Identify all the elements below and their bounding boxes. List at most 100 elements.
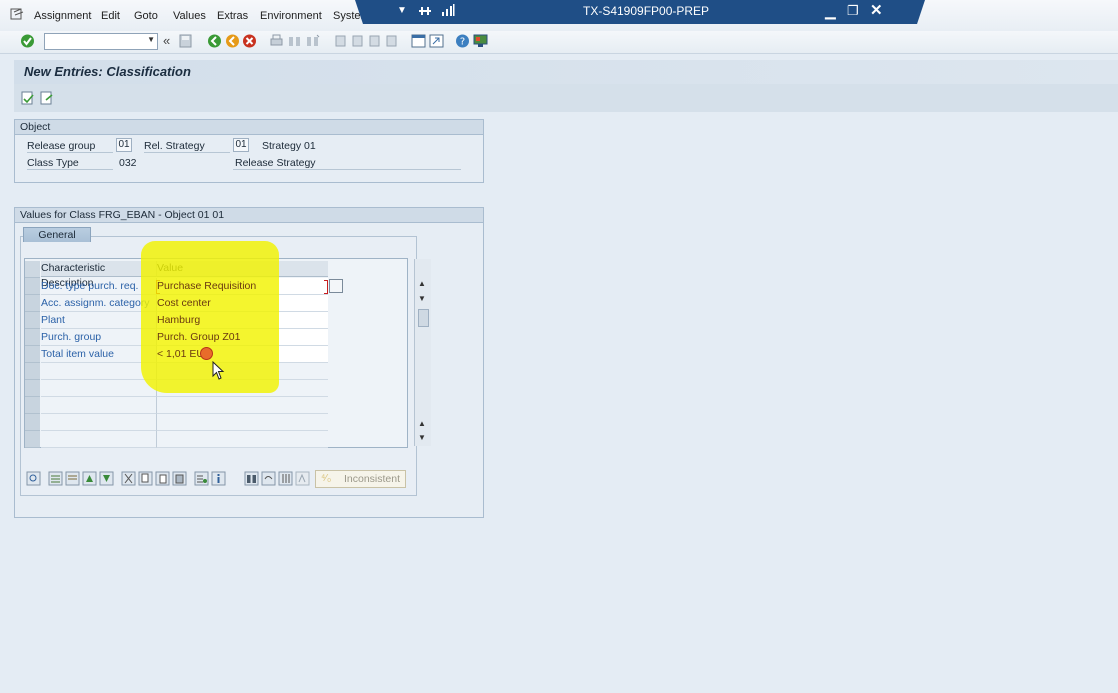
inconsistent-button[interactable]: ⁴⁄₀ Inconsistent	[315, 470, 406, 488]
info-icon[interactable]	[211, 471, 226, 486]
row-selector[interactable]	[25, 278, 40, 295]
class-type-label: Class Type	[27, 157, 79, 169]
print-icon[interactable]	[269, 34, 284, 48]
undo-icon[interactable]	[261, 471, 276, 486]
restore-icon[interactable]: ❐	[847, 1, 859, 21]
scroll-down-icon[interactable]: ▼	[418, 433, 426, 442]
application-toolbar	[14, 84, 1118, 112]
window-title-bar: ▼ TX-S41909FP00-PREP ▁ ❐ ✕	[355, 0, 925, 24]
window-title: TX-S41909FP00-PREP	[583, 4, 710, 18]
copy-icon[interactable]	[138, 471, 153, 486]
find-icon[interactable]	[287, 34, 302, 48]
close-icon[interactable]: ✕	[870, 1, 883, 21]
characteristic-value: Purchase Requisition	[157, 280, 257, 292]
value-input-cell	[157, 414, 328, 431]
exit-icon[interactable]	[225, 34, 240, 48]
class-type-value: 032	[119, 157, 137, 169]
value-input-cell	[157, 397, 328, 414]
scroll-up-icon[interactable]: ▲	[418, 279, 426, 288]
scroll-up-icon[interactable]: ▲	[418, 419, 426, 428]
vertical-scrollbar[interactable]: ▲ ▼ ▲ ▼	[414, 259, 431, 446]
menu-values[interactable]: Values	[173, 10, 206, 22]
insert-row-icon[interactable]	[48, 471, 63, 486]
characteristic-description[interactable]: Doc. type purch. req.	[41, 280, 138, 292]
check-consistency-icon[interactable]	[295, 471, 310, 486]
scroll-thumb[interactable]	[418, 309, 429, 327]
signal-icon[interactable]	[441, 3, 455, 17]
details-icon[interactable]	[26, 471, 41, 486]
cancel-icon[interactable]	[242, 34, 257, 48]
sort-descending-icon[interactable]	[99, 471, 114, 486]
characteristic-description-cell: Plant	[41, 312, 157, 329]
previous-page-icon[interactable]	[350, 34, 365, 48]
save-icon[interactable]	[178, 34, 193, 48]
characteristic-description[interactable]: Acc. assignm. category	[41, 297, 150, 309]
row-selector[interactable]	[25, 346, 40, 363]
chevron-down-icon[interactable]: ▼	[147, 35, 155, 44]
row-selector[interactable]	[25, 363, 40, 380]
value-help-icon[interactable]	[329, 279, 343, 293]
characteristic-description[interactable]: Plant	[41, 314, 65, 326]
columns-icon[interactable]	[278, 471, 293, 486]
page-title: New Entries: Classification	[24, 64, 191, 79]
chevron-down-icon[interactable]: ▼	[397, 1, 407, 21]
copy-entry-icon[interactable]	[40, 91, 54, 105]
row-selector[interactable]	[25, 312, 40, 329]
menu-icon[interactable]	[10, 8, 24, 20]
column-header-description[interactable]: Characteristic Description	[41, 261, 157, 289]
binoculars-icon[interactable]	[244, 471, 259, 486]
row-selector[interactable]	[25, 295, 40, 312]
characteristic-description-cell: Purch. group	[41, 329, 157, 346]
values-group-header: Values for Class FRG_EBAN - Object 01 01	[15, 208, 483, 223]
release-group-label: Release group	[27, 140, 96, 152]
paste-icon[interactable]	[155, 471, 170, 486]
row-selector[interactable]	[25, 380, 40, 397]
rel-strategy-field[interactable]: 01	[233, 138, 249, 152]
find-next-icon[interactable]	[305, 34, 320, 48]
characteristic-description-cell	[41, 414, 157, 431]
back-icon[interactable]	[207, 34, 222, 48]
double-chevron-left-icon[interactable]: «	[163, 33, 170, 48]
minimize-icon[interactable]: ▁	[825, 1, 836, 21]
new-session-icon[interactable]	[411, 34, 426, 48]
row-selector[interactable]	[25, 431, 40, 448]
next-page-icon[interactable]	[367, 34, 382, 48]
menu-assignment[interactable]: Assignment	[34, 10, 91, 22]
help-icon[interactable]: ?	[455, 34, 470, 48]
scroll-down-icon[interactable]: ▼	[418, 294, 426, 303]
row-selector[interactable]	[25, 414, 40, 431]
row-selector[interactable]	[25, 329, 40, 346]
menu-edit[interactable]: Edit	[101, 10, 120, 22]
release-group-field[interactable]: 01	[116, 138, 132, 152]
last-page-icon[interactable]	[384, 34, 399, 48]
shortcut-icon[interactable]	[429, 34, 444, 48]
select-all-button[interactable]	[25, 261, 40, 278]
cut-icon[interactable]	[121, 471, 136, 486]
characteristic-description-cell: Total item value	[41, 346, 157, 363]
enter-check-icon[interactable]	[20, 34, 35, 48]
sort-ascending-icon[interactable]	[82, 471, 97, 486]
customize-layout-icon[interactable]	[473, 34, 488, 48]
first-page-icon[interactable]	[333, 34, 348, 48]
value-list-icon[interactable]	[194, 471, 209, 486]
menu-extras[interactable]: Extras	[217, 10, 248, 22]
characteristic-value: Hamburg	[157, 314, 201, 326]
characteristic-description-cell	[41, 431, 157, 448]
characteristic-description-cell: Acc. assignm. category	[41, 295, 157, 312]
mouse-cursor-icon	[212, 361, 225, 380]
new-entry-icon[interactable]	[21, 91, 35, 105]
delete-row-icon[interactable]	[65, 471, 80, 486]
menu-goto[interactable]: Goto	[134, 10, 158, 22]
characteristic-description[interactable]: Total item value	[41, 348, 114, 360]
inconsistent-label: Inconsistent	[344, 473, 401, 485]
release-strategy-text: Release Strategy	[235, 157, 316, 169]
pin-icon[interactable]	[418, 5, 432, 17]
row-selector[interactable]	[25, 397, 40, 414]
characteristic-description[interactable]: Purch. group	[41, 331, 101, 343]
warning-icon: ⁴⁄₀	[321, 473, 332, 484]
menu-environment[interactable]: Environment	[260, 10, 322, 22]
label-underline	[27, 169, 113, 170]
trash-icon[interactable]	[172, 471, 187, 486]
command-field[interactable]: ▼	[44, 33, 158, 50]
tab-general[interactable]: General	[23, 227, 91, 242]
